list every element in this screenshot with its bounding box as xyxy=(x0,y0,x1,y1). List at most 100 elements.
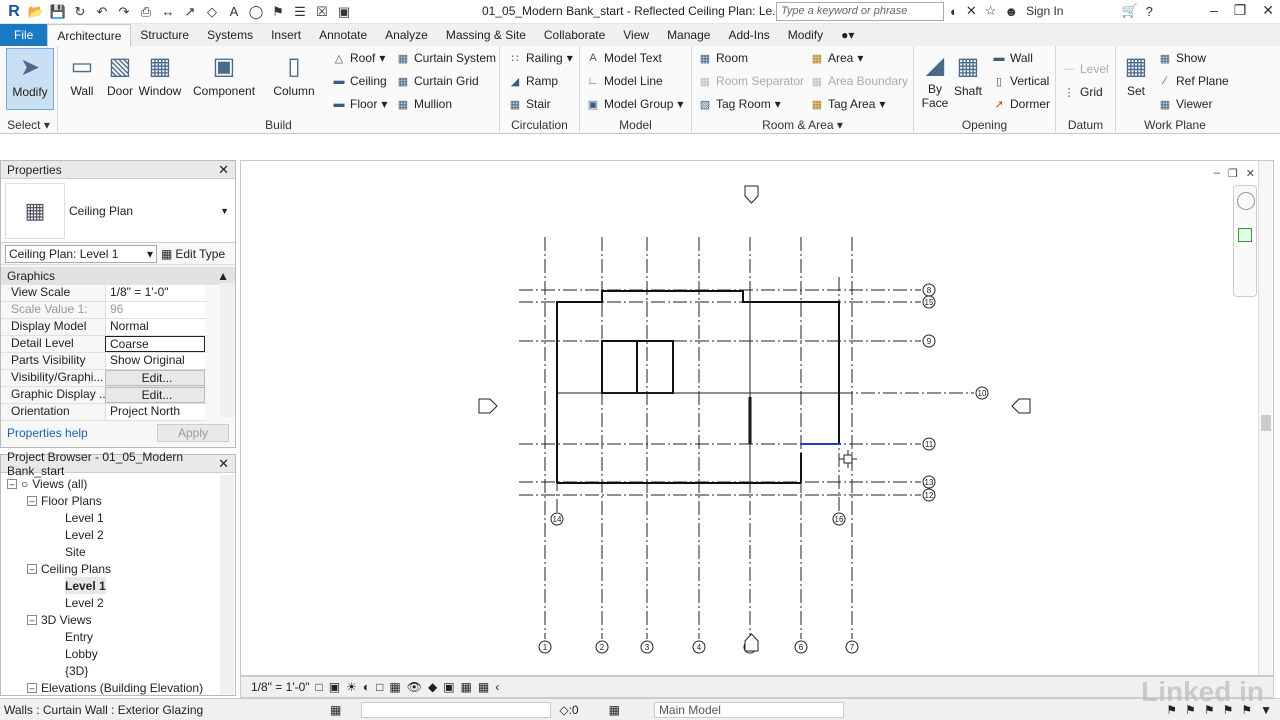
property-value[interactable]: Coarse xyxy=(105,336,205,352)
binoculars-icon[interactable]: ◐ xyxy=(950,4,958,19)
measure-icon[interactable]: ↔ xyxy=(160,4,176,20)
save-icon[interactable]: 💾 xyxy=(50,4,66,20)
switch-windows-icon[interactable]: ▣ xyxy=(336,4,352,20)
grid-bubble-4[interactable]: 4 xyxy=(692,640,706,654)
tree-item-3d-views[interactable]: –3D Views xyxy=(27,611,91,628)
type-selector[interactable]: ▦ Ceiling Plan ▼ xyxy=(1,179,235,243)
property-value[interactable]: Normal xyxy=(105,319,205,335)
collapse-icon[interactable]: – xyxy=(7,478,17,489)
tag-room-button[interactable]: ▧ Tag Room ▾ xyxy=(698,94,781,114)
tab-view[interactable]: View xyxy=(614,24,658,46)
minimize-icon[interactable]: – xyxy=(1210,2,1218,19)
model-group-button[interactable]: ▣ Model Group ▾ xyxy=(586,94,684,114)
elevation-marker-south[interactable] xyxy=(744,633,759,652)
shaft-button[interactable]: ▦ Shaft xyxy=(954,48,982,110)
tab-file[interactable]: File xyxy=(0,24,48,46)
text-icon[interactable]: A xyxy=(226,4,242,20)
close-icon[interactable]: ✕ xyxy=(1246,167,1255,180)
exterior-wall[interactable] xyxy=(556,290,840,483)
collapse-icon[interactable]: – xyxy=(27,563,37,574)
grid-bubble-8[interactable]: 8 xyxy=(922,283,936,297)
tree-item-3d[interactable]: {3D} xyxy=(65,662,88,679)
close-icon[interactable]: ✕ xyxy=(218,162,229,178)
ramp-button[interactable]: ◢ Ramp xyxy=(508,71,558,91)
apply-button[interactable]: Apply xyxy=(157,424,229,442)
tab-structure[interactable]: Structure xyxy=(131,24,198,46)
grid-bubble-13[interactable]: 13 xyxy=(922,475,936,489)
property-row[interactable]: View Scale 1/8" = 1'-0" xyxy=(1,285,207,302)
restore-icon[interactable]: ❐ xyxy=(1234,2,1247,19)
set-button[interactable]: ▦ Set xyxy=(1118,48,1154,110)
minimize-icon[interactable]: – xyxy=(1214,167,1220,180)
design-options-icon[interactable]: ▦ xyxy=(609,703,620,717)
property-row[interactable]: Visibility/Graphi... Edit... xyxy=(1,370,207,387)
revit-logo-icon[interactable]: R xyxy=(6,3,22,20)
tree-item-views-all[interactable]: – ○ Views (all) xyxy=(7,475,87,492)
railing-button[interactable]: ∷ Railing ▾ xyxy=(508,48,573,68)
temp-view-properties-icon[interactable]: ▦ xyxy=(478,680,489,694)
help-icon[interactable]: ? xyxy=(1146,4,1153,19)
graphic-display-edit-button[interactable]: Edit... xyxy=(105,387,205,403)
stair-button[interactable]: ▦ Stair xyxy=(508,94,551,114)
analysis-display-icon[interactable]: ▣ xyxy=(443,680,454,694)
elevation-marker-north[interactable] xyxy=(744,185,759,204)
close-icon[interactable]: ✕ xyxy=(218,456,229,472)
dormer-button[interactable]: ↗ Dormer xyxy=(992,94,1050,114)
select-dropdown[interactable]: Select ▾ xyxy=(0,118,57,132)
grid-bubble-1[interactable]: 1 xyxy=(538,640,552,654)
search-input[interactable]: Type a keyword or phrase xyxy=(776,2,944,21)
ribbon-toggle-icon[interactable]: ●▾ xyxy=(832,24,863,46)
area-boundary-button[interactable]: ▦ Area Boundary xyxy=(810,71,908,91)
tab-modify[interactable]: Modify xyxy=(779,24,832,46)
grid-bubble-3[interactable]: 3 xyxy=(640,640,654,654)
dimension-icon[interactable]: ↗ xyxy=(182,4,198,20)
design-option-selector[interactable]: Main Model xyxy=(653,701,844,718)
tree-item-ceiling-level-1[interactable]: Level 1 xyxy=(65,577,106,594)
property-row[interactable]: Parts Visibility Show Original xyxy=(1,353,207,370)
floor-button[interactable]: ▬ Floor ▾ xyxy=(332,94,388,114)
viewer-button[interactable]: ▦ Viewer xyxy=(1158,94,1213,114)
property-value[interactable]: Project North xyxy=(105,404,205,420)
grid-button[interactable]: ⋮ Grid xyxy=(1062,82,1103,102)
scroll-left-icon[interactable]: ‹ xyxy=(495,680,499,694)
tree-item-floor-plans[interactable]: – Floor Plans xyxy=(27,492,102,509)
reveal-hidden-icon[interactable]: ◆ xyxy=(428,680,437,694)
mullion-button[interactable]: ▦ Mullion xyxy=(396,94,452,114)
highlight-displacement-icon[interactable]: ▦ xyxy=(461,680,472,694)
grid-bubble-11[interactable]: 11 xyxy=(922,437,936,451)
grid-bubble-7[interactable]: 7 xyxy=(845,640,859,654)
grid-bubble-16[interactable]: 16 xyxy=(832,512,846,526)
undo-icon[interactable]: ↶ xyxy=(94,4,110,20)
grid-bubble-14[interactable]: 14 xyxy=(550,512,564,526)
collapse-icon[interactable]: – xyxy=(27,682,37,693)
canvas-vscroll[interactable] xyxy=(1258,161,1272,675)
curtain-grid-button[interactable]: ▦ Curtain Grid xyxy=(396,71,479,91)
canvas-vscroll-thumb[interactable] xyxy=(1261,415,1271,431)
sun-path-icon[interactable]: ☀ xyxy=(346,680,357,694)
property-value[interactable]: Show Original xyxy=(105,353,205,369)
crop-view-icon[interactable]: □ xyxy=(376,680,383,694)
model-text-button[interactable]: A Model Text xyxy=(586,48,661,68)
grid-bubble-6[interactable]: 6 xyxy=(794,640,808,654)
room-separator-button[interactable]: ▦ Room Separator xyxy=(698,71,804,91)
tab-manage[interactable]: Manage xyxy=(658,24,719,46)
component-button[interactable]: ▣ Component xyxy=(193,48,255,110)
sync-icon[interactable]: ↻ xyxy=(72,4,88,20)
properties-help-link[interactable]: Properties help xyxy=(7,426,88,440)
drawing-area[interactable]: 1 2 3 4 5 6 7 8 15 9 10 11 13 12 14 16 xyxy=(240,160,1274,676)
properties-scrollbar[interactable] xyxy=(220,283,234,417)
model-line-button[interactable]: ∟ Model Line xyxy=(586,71,663,91)
vertical-button[interactable]: ▯ Vertical xyxy=(992,71,1049,91)
3d-view-icon[interactable]: ◯ xyxy=(248,4,264,20)
property-row[interactable]: Display Model Normal xyxy=(1,319,207,336)
exchange-icon[interactable]: 🛒 xyxy=(1121,3,1137,19)
tag-icon[interactable]: ◇ xyxy=(204,4,220,20)
grid-bubble-9[interactable]: 9 xyxy=(922,334,936,348)
area-button[interactable]: ▦ Area ▾ xyxy=(810,48,864,68)
tab-insert[interactable]: Insert xyxy=(262,24,310,46)
view-scale[interactable]: 1/8" = 1'-0" xyxy=(251,680,310,694)
close-hidden-icon[interactable]: ☒ xyxy=(314,4,330,20)
visual-style-icon[interactable]: ▣ xyxy=(329,680,340,694)
grid-bubble-2[interactable]: 2 xyxy=(595,640,609,654)
show-crop-icon[interactable]: ▦ xyxy=(389,680,400,694)
